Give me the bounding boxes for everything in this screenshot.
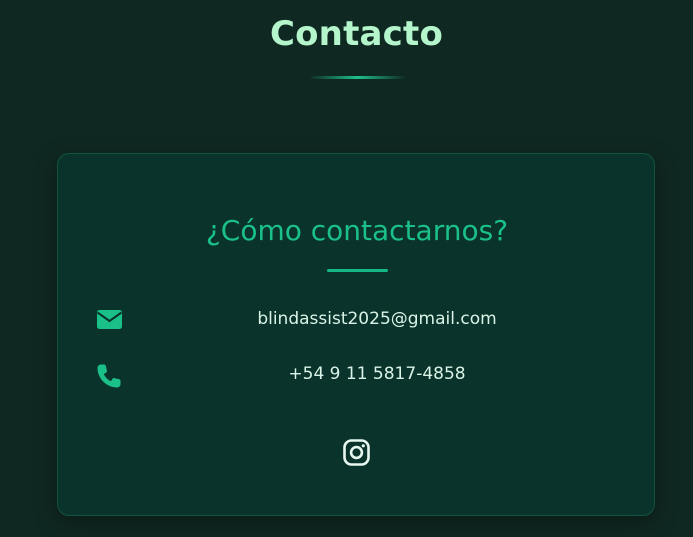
card-title-underline <box>327 269 388 272</box>
title-underline <box>309 76 406 79</box>
instagram-icon <box>342 439 372 472</box>
instagram-link[interactable] <box>342 438 372 468</box>
section-title: Contacto <box>269 14 444 54</box>
card-title: ¿Cómo contactarnos? <box>205 214 509 247</box>
contact-row-email: blindassist2025@gmail.com <box>58 305 656 335</box>
contact-row-phone: +54 9 11 5817-4858 <box>58 360 656 390</box>
contact-section: Contacto ¿Cómo contactarnos? blindassist… <box>0 0 693 537</box>
contact-email-text[interactable]: blindassist2025@gmail.com <box>118 309 636 329</box>
contact-phone-text[interactable]: +54 9 11 5817-4858 <box>118 364 636 384</box>
contact-card: ¿Cómo contactarnos? blindassist2025@gmai… <box>57 153 655 516</box>
